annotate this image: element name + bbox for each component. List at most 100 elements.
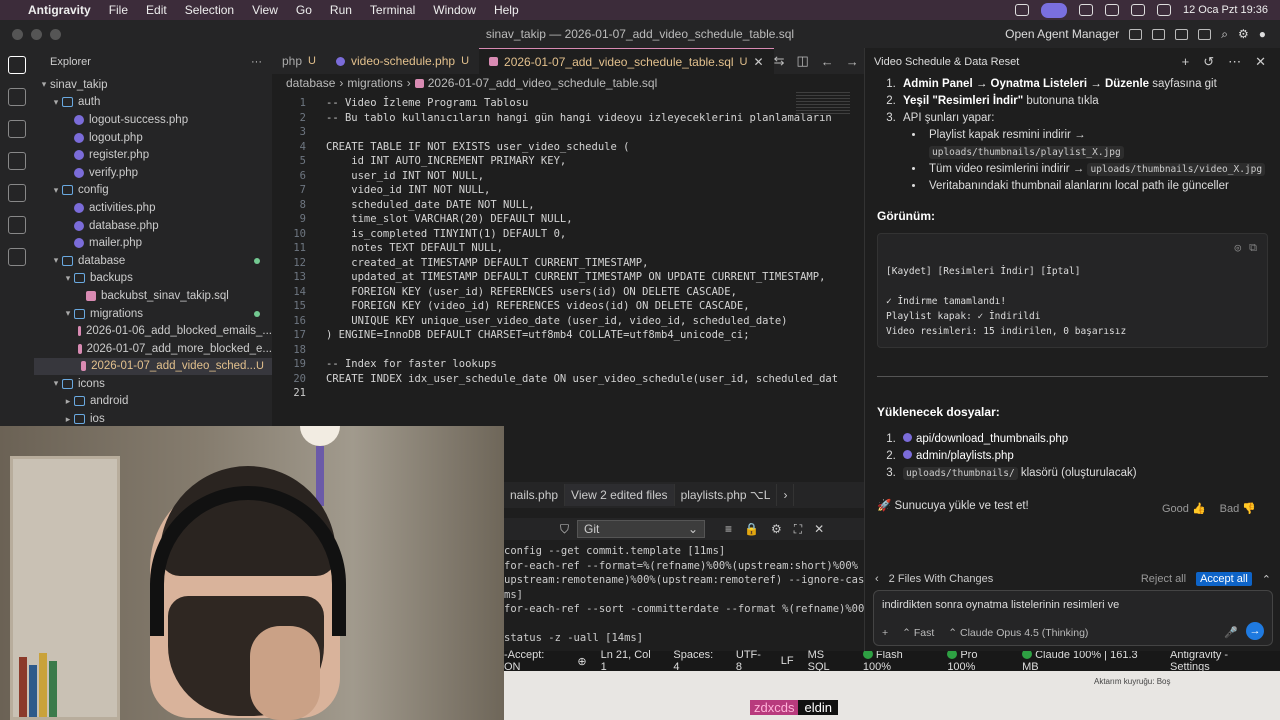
- layout-icon[interactable]: [1129, 28, 1143, 40]
- tree-file[interactable]: logout-success.php: [34, 111, 272, 129]
- avatar[interactable]: ●: [1259, 27, 1266, 41]
- maximize-icon[interactable]: ⛶: [794, 522, 802, 537]
- copy-icon[interactable]: ⧉: [1249, 240, 1257, 255]
- changed-file-tab[interactable]: nails.php: [504, 484, 566, 506]
- search-icon[interactable]: [8, 88, 26, 106]
- menu-selection[interactable]: Selection: [185, 3, 234, 17]
- more-icon[interactable]: ···: [251, 56, 262, 68]
- search-icon[interactable]: ⌕: [1221, 27, 1228, 42]
- tree-folder[interactable]: ▾ config: [34, 182, 272, 200]
- close-icon[interactable]: ✕: [1255, 54, 1266, 70]
- tree-file[interactable]: backubst_sinav_takip.sql: [34, 287, 272, 305]
- code-editor[interactable]: 1 -- Video İzleme Programı Tablosu 2 -- Bu …: [272, 96, 864, 401]
- send-button[interactable]: →: [1246, 622, 1264, 640]
- open-agent-manager-button[interactable]: Open Agent Manager: [1005, 27, 1119, 41]
- tree-file[interactable]: 2026-01-07_add_video_sched... U: [34, 357, 272, 376]
- back-icon[interactable]: ←: [821, 54, 834, 69]
- tree-root[interactable]: ▾ sinav_takip: [34, 76, 272, 94]
- filter-icon[interactable]: ⛉: [560, 522, 569, 537]
- reject-all-button[interactable]: Reject all: [1141, 573, 1186, 585]
- tree-file[interactable]: database.php: [34, 217, 272, 235]
- tree-folder[interactable]: ▾ migrations: [34, 305, 272, 323]
- status-position[interactable]: Ln 21, Col 1: [601, 649, 660, 673]
- battery-icon[interactable]: [1131, 4, 1145, 16]
- menu-edit[interactable]: Edit: [146, 3, 167, 17]
- extensions-icon[interactable]: [8, 184, 26, 202]
- bad-button[interactable]: Bad 👎: [1220, 502, 1256, 515]
- tree-file[interactable]: 2026-01-06_add_blocked_emails_...: [34, 322, 272, 340]
- tab-video-schedule[interactable]: video-schedule.php U: [326, 48, 479, 74]
- remote-icon[interactable]: [8, 248, 26, 266]
- tree-folder[interactable]: ▾ icons: [34, 375, 272, 393]
- breadcrumb-item[interactable]: 2026-01-07_add_video_schedule_table.sql: [428, 76, 658, 90]
- settings-icon[interactable]: ⚙: [771, 522, 782, 537]
- status-spaces[interactable]: Spaces: 4: [673, 649, 721, 673]
- tab-partial-php[interactable]: php U: [272, 48, 326, 74]
- toggle-icon[interactable]: [1041, 2, 1067, 18]
- agent-input[interactable]: indirdikten sonra oynatma listelerinin r…: [873, 590, 1273, 646]
- changes-label[interactable]: 2 Files With Changes: [889, 573, 994, 585]
- stats-icon[interactable]: [1079, 4, 1093, 16]
- minimap[interactable]: [796, 92, 850, 114]
- mic-icon[interactable]: 🎤: [1224, 626, 1238, 639]
- settings-icon[interactable]: ⚙: [1238, 27, 1249, 41]
- search-icon[interactable]: [1157, 4, 1171, 16]
- tree-file[interactable]: verify.php: [34, 164, 272, 182]
- close-icon[interactable]: ✕: [814, 522, 824, 537]
- menu-help[interactable]: Help: [494, 3, 519, 17]
- tree-folder[interactable]: ▸ android: [34, 393, 272, 411]
- close-icon[interactable]: ✕: [754, 55, 764, 69]
- panel-toggle-icon[interactable]: [1175, 28, 1189, 40]
- compare-icon[interactable]: ⇆: [774, 53, 785, 69]
- menu-go[interactable]: Go: [296, 3, 312, 17]
- menu-app[interactable]: Antigravity: [28, 3, 91, 17]
- more-icon[interactable]: ⋯: [1228, 54, 1241, 70]
- tree-file[interactable]: 2026-01-07_add_more_blocked_e...: [34, 340, 272, 358]
- menu-run[interactable]: Run: [330, 3, 352, 17]
- status-icon[interactable]: [1015, 4, 1029, 16]
- history-icon[interactable]: ↺: [1203, 54, 1214, 70]
- tree-file[interactable]: logout.php: [34, 129, 272, 147]
- split-editor-icon[interactable]: ◫: [796, 53, 808, 69]
- breadcrumb-item[interactable]: database: [286, 76, 335, 90]
- menu-terminal[interactable]: Terminal: [370, 3, 415, 17]
- status-accept[interactable]: -Accept: ON: [504, 649, 563, 673]
- testing-icon[interactable]: [8, 216, 26, 234]
- menu-file[interactable]: File: [109, 3, 128, 17]
- lock-icon[interactable]: 🔒: [744, 522, 759, 537]
- status-language[interactable]: MS SQL: [808, 649, 849, 673]
- chevron-up-icon[interactable]: ⌃: [1262, 573, 1271, 586]
- list-icon[interactable]: ≡: [725, 522, 732, 537]
- good-button[interactable]: Good 👍: [1162, 502, 1206, 515]
- tree-file[interactable]: mailer.php: [34, 234, 272, 252]
- menu-view[interactable]: View: [252, 3, 278, 17]
- open-icon[interactable]: ◎: [1235, 240, 1242, 255]
- status-claude[interactable]: Claude 100% | 161.3 MB: [1022, 649, 1156, 673]
- status-encoding[interactable]: UTF-8: [736, 649, 767, 673]
- wifi-icon[interactable]: [1105, 4, 1119, 16]
- menu-window[interactable]: Window: [433, 3, 476, 17]
- clock[interactable]: 12 Oca Pzt 19:36: [1183, 4, 1268, 16]
- file-item[interactable]: api/download_thumbnails.php: [899, 431, 1280, 448]
- add-icon[interactable]: +: [1182, 54, 1190, 70]
- tree-file[interactable]: activities.php: [34, 199, 272, 217]
- source-control-icon[interactable]: [8, 120, 26, 138]
- tree-folder[interactable]: ▾ backups: [34, 270, 272, 288]
- output-channel-select[interactable]: Git ⌄: [577, 520, 706, 538]
- tree-folder[interactable]: ▾ auth: [34, 94, 272, 112]
- chevron-right-icon[interactable]: ›: [777, 484, 795, 506]
- explorer-icon[interactable]: [8, 56, 26, 74]
- status-pro[interactable]: Pro 100%: [947, 649, 1008, 673]
- agent-toggle-icon[interactable]: [1198, 28, 1212, 40]
- model-select[interactable]: ⌃ Claude Opus 4.5 (Thinking): [948, 627, 1088, 639]
- status-flash[interactable]: Flash 100%: [862, 649, 933, 673]
- add-context-icon[interactable]: +: [882, 627, 888, 639]
- run-debug-icon[interactable]: [8, 152, 26, 170]
- accept-all-button[interactable]: Accept all: [1196, 572, 1252, 586]
- zoom-icon[interactable]: ⊕: [577, 655, 586, 668]
- status-eol[interactable]: LF: [781, 655, 794, 667]
- tab-sql-active[interactable]: 2026-01-07_add_video_schedule_table.sql U…: [479, 48, 774, 74]
- tree-folder[interactable]: ▾ database: [34, 252, 272, 270]
- chevron-left-icon[interactable]: ‹: [875, 573, 879, 585]
- input-text[interactable]: indirdikten sonra oynatma listelerinin r…: [882, 599, 1264, 611]
